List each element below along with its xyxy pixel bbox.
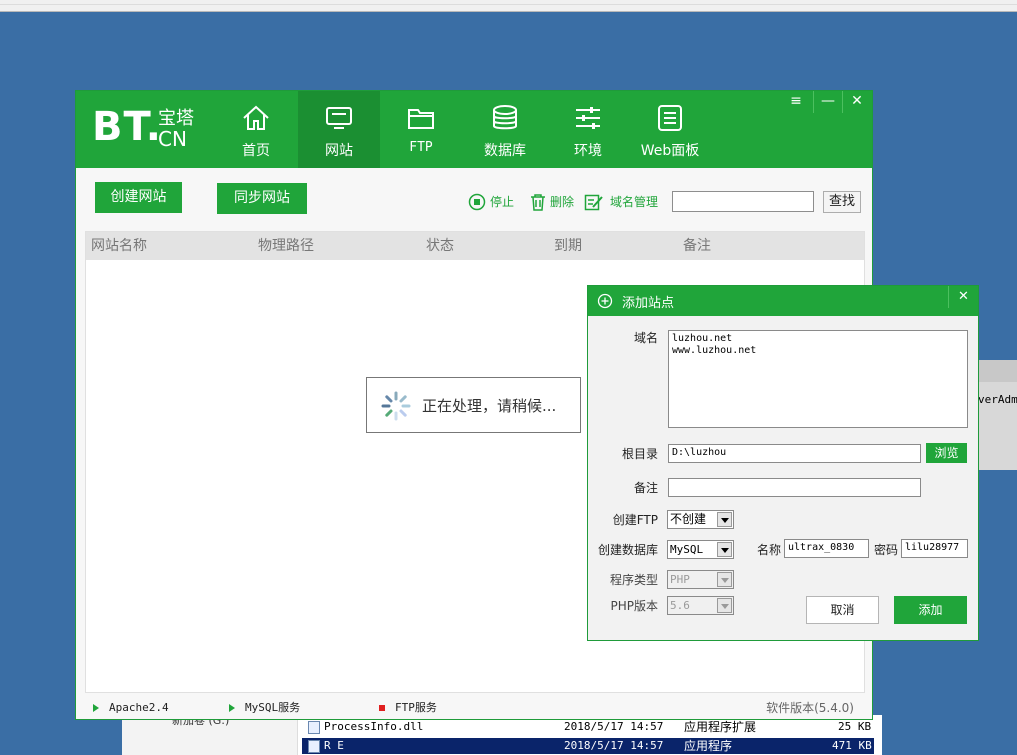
menu-button[interactable]: ≡ bbox=[782, 91, 810, 113]
background-window-text: verAdmi bbox=[978, 393, 1017, 406]
db-name-input[interactable]: ultrax_0830 bbox=[784, 539, 869, 558]
database-icon bbox=[493, 105, 517, 130]
search-input[interactable] bbox=[672, 191, 814, 212]
ftp-service[interactable]: FTP服务 bbox=[379, 697, 437, 719]
exe-file-icon bbox=[308, 740, 320, 753]
dialog-header: 添加站点 ✕ bbox=[588, 286, 978, 316]
php-version-select: 5.6 bbox=[667, 596, 734, 615]
chevron-down-icon bbox=[717, 542, 732, 557]
chevron-down-icon bbox=[717, 572, 732, 587]
chevron-down-icon bbox=[717, 512, 732, 527]
loading-toast: 正在处理，请稍候... bbox=[366, 377, 581, 433]
db-pass-input[interactable]: lilu28977 bbox=[901, 539, 968, 558]
list-icon bbox=[658, 105, 682, 131]
explorer-sidebar: 新加卷 (G:) bbox=[122, 714, 298, 755]
dll-file-icon bbox=[308, 721, 320, 734]
note-label: 备注 bbox=[633, 481, 658, 495]
cancel-button[interactable]: 取消 bbox=[806, 596, 879, 624]
column-path[interactable]: 物理路径 bbox=[258, 232, 314, 260]
nav-environment[interactable]: 环境 bbox=[547, 91, 629, 168]
create-db-label: 创建数据库 bbox=[597, 543, 658, 557]
column-expiry[interactable]: 到期 bbox=[554, 232, 582, 260]
home-icon bbox=[243, 105, 269, 130]
root-dir-label: 根目录 bbox=[621, 447, 658, 461]
nav-web-panel[interactable]: Web面板 bbox=[629, 91, 711, 168]
running-icon bbox=[229, 704, 235, 712]
note-input[interactable] bbox=[668, 478, 921, 497]
sliders-icon bbox=[576, 107, 600, 129]
file-row-selected[interactable]: R E 2018/5/17 14:57 应用程序 471 KB bbox=[302, 738, 874, 754]
nav-ftp[interactable]: FTP bbox=[380, 91, 462, 168]
root-dir-input[interactable]: D:\luzhou bbox=[668, 444, 921, 463]
plus-circle-icon bbox=[597, 293, 613, 309]
software-version: 软件版本(5.4.0) bbox=[766, 701, 854, 715]
create-site-button[interactable]: 创建网站 bbox=[95, 182, 182, 213]
column-site-name[interactable]: 网站名称 bbox=[91, 232, 147, 260]
top-window-strip bbox=[0, 0, 1017, 12]
spinner-icon bbox=[381, 391, 411, 421]
dialog-close-button[interactable]: ✕ bbox=[948, 286, 978, 308]
running-icon bbox=[93, 704, 99, 712]
create-db-select[interactable]: MySQL bbox=[667, 540, 734, 559]
folder-icon bbox=[408, 109, 434, 129]
status-bar: Apache2.4 MySQL服务 FTP服务 软件版本(5.4.0) bbox=[76, 697, 872, 719]
monitor-icon bbox=[326, 107, 352, 129]
stopped-icon bbox=[379, 705, 385, 711]
loading-text: 正在处理，请稍候... bbox=[422, 397, 557, 415]
nav-home[interactable]: 首页 bbox=[215, 91, 297, 168]
create-ftp-select[interactable]: 不创建 bbox=[667, 510, 734, 529]
domain-textarea[interactable]: luzhou.net www.luzhou.net bbox=[668, 330, 968, 428]
close-button[interactable]: ✕ bbox=[842, 91, 871, 113]
add-site-dialog: 添加站点 ✕ 域名 luzhou.net www.luzhou.net 根目录 … bbox=[587, 285, 979, 641]
nav-website[interactable]: 网站 bbox=[298, 91, 380, 168]
browse-button[interactable]: 浏览 bbox=[926, 443, 967, 463]
column-note[interactable]: 备注 bbox=[683, 232, 711, 260]
table-header: 网站名称 物理路径 状态 到期 备注 bbox=[86, 232, 864, 260]
search-button[interactable]: 查找 bbox=[823, 191, 861, 213]
apache-service[interactable]: Apache2.4 bbox=[93, 697, 169, 719]
php-version-label: PHP版本 bbox=[610, 599, 659, 613]
sync-site-button[interactable]: 同步网站 bbox=[217, 183, 307, 214]
program-type-select: PHP bbox=[667, 570, 734, 589]
nav-database[interactable]: 数据库 bbox=[464, 91, 546, 168]
stop-icon bbox=[468, 193, 486, 211]
minimize-button[interactable]: — bbox=[813, 91, 842, 113]
add-button[interactable]: 添加 bbox=[894, 596, 967, 624]
db-pass-label: 密码 bbox=[874, 543, 899, 557]
mysql-service[interactable]: MySQL服务 bbox=[229, 697, 300, 719]
chevron-down-icon bbox=[717, 598, 732, 613]
column-status[interactable]: 状态 bbox=[426, 232, 454, 260]
dialog-title: 添加站点 bbox=[622, 296, 675, 311]
background-window-right: verAdmi bbox=[975, 360, 1017, 470]
app-header: BT. 宝塔 CN 首页 网站 FTP 数据库 环境 Web面板 ≡ — ✕ bbox=[76, 91, 872, 168]
trash-icon bbox=[531, 194, 545, 211]
domain-label: 域名 bbox=[633, 331, 658, 345]
program-type-label: 程序类型 bbox=[609, 573, 658, 587]
db-name-label: 名称 bbox=[757, 543, 782, 557]
file-row[interactable]: ProcessInfo.dll 2018/5/17 14:57 应用程序扩展 2… bbox=[302, 719, 882, 735]
create-ftp-label: 创建FTP bbox=[612, 513, 658, 527]
edit-icon bbox=[584, 194, 603, 211]
